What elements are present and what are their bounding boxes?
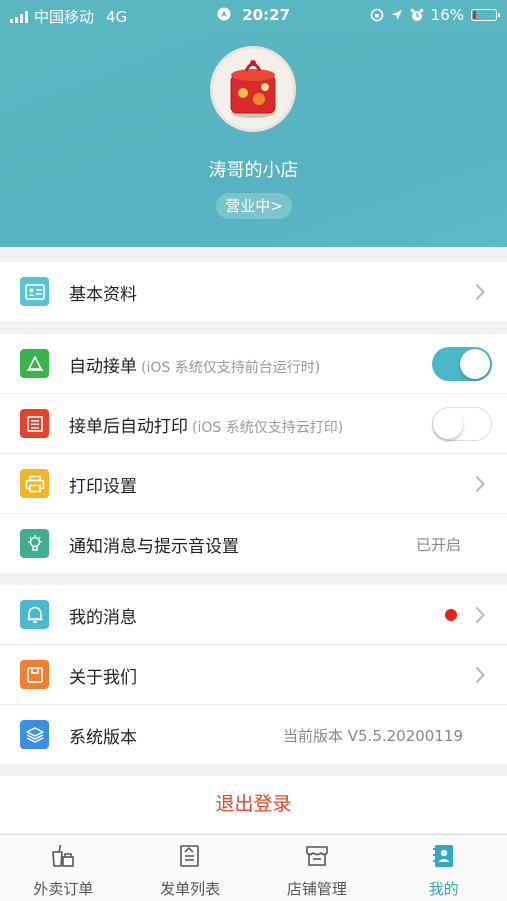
logout-button[interactable]: 退出登录 [0,776,507,833]
my-messages-label: 我的消息 [69,608,137,628]
auto-accept-note: (iOS 系统仅支持前台运行时) [141,360,321,376]
clock: 20:27 [242,6,290,24]
layers-icon [20,720,49,749]
tab-label: 外卖订单 [33,880,94,898]
location-app-icon [217,7,231,21]
settings-group-about: 我的消息 关于我们 系统版本 当前版本 V5.5.20200119 [0,585,507,764]
status-bar: 中国移动 4G 20:27 16% [0,0,507,30]
orientation-lock-icon [370,8,383,22]
basic-info-row[interactable]: 基本资料 [0,262,507,321]
profile-header: 涛哥的小店 营业中> [0,30,507,247]
toggle-knob [433,408,463,439]
tab-dispatch-list[interactable]: 发单列表 [127,835,254,901]
tab-takeout-orders[interactable]: 外卖订单 [0,835,127,901]
status-right: 16% [370,6,500,24]
auto-print-row: 接单后自动打印 (iOS 系统仅支持云打印) [0,394,507,454]
tab-label: 店铺管理 [286,880,347,898]
avatar[interactable] [210,46,296,132]
printer-icon [20,469,49,498]
tab-label: 我的 [428,880,459,898]
auto-accept-toggle[interactable] [432,347,492,381]
chevron-right-icon [475,475,485,493]
notification-status-value: 已开启 [415,536,461,554]
takeout-cup-icon [52,844,75,867]
battery-fill [473,11,476,19]
about-us-label: 关于我们 [69,668,137,688]
chevron-right-icon [475,666,485,684]
info-box-icon [20,660,49,689]
auto-print-note: (iOS 系统仅支持云打印) [192,420,344,436]
auto-accept-row: 自动接单 (iOS 系统仅支持前台运行时) [0,334,507,394]
lightbulb-icon [20,529,49,558]
profile-card-icon [432,845,453,867]
bottom-tab-bar: 外卖订单 发单列表 店铺管理 我的 [0,834,507,901]
store-icon [306,846,328,866]
my-messages-row[interactable]: 我的消息 [0,585,507,645]
system-version-row: 系统版本 当前版本 V5.5.20200119 [0,705,507,764]
location-arrow-icon [391,10,402,20]
toggle-knob [460,349,490,379]
battery-icon [471,9,500,21]
notification-settings-row[interactable]: 通知消息与提示音设置 已开启 [0,514,507,573]
notification-settings-label: 通知消息与提示音设置 [69,537,239,557]
receipt-print-icon [20,409,49,438]
tab-mine[interactable]: 我的 [380,835,507,901]
business-status-button[interactable]: 营业中> [216,193,292,219]
battery-percent: 16% [430,6,464,24]
settings-group-basic: 基本资料 [0,262,507,321]
tab-label: 发单列表 [160,880,221,898]
chevron-right-icon [475,606,485,624]
id-card-icon [20,277,49,306]
tab-store-management[interactable]: 店铺管理 [254,835,381,901]
auto-accept-label: 自动接单 (iOS 系统仅支持前台运行时) [69,357,321,377]
shop-name: 涛哥的小店 [208,160,299,181]
unread-dot [445,609,457,621]
print-settings-label: 打印设置 [69,477,137,497]
alarm-clock-icon [410,8,423,21]
chevron-right-icon [475,283,485,301]
settings-group-order: 自动接单 (iOS 系统仅支持前台运行时) 接单后自动打印 (iOS 系统仅支持云打… [0,334,507,573]
shop-avatar-image [213,49,293,129]
auto-print-toggle[interactable] [432,407,492,441]
about-us-row[interactable]: 关于我们 [0,645,507,705]
order-list-icon [180,845,199,867]
print-settings-row[interactable]: 打印设置 [0,454,507,514]
order-bell-icon [20,349,49,378]
auto-print-label: 接单后自动打印 (iOS 系统仅支持云打印) [69,417,344,437]
basic-info-label: 基本资料 [69,285,137,305]
system-version-value: 当前版本 V5.5.20200119 [282,727,463,745]
system-version-label: 系统版本 [69,728,137,748]
bell-icon [20,600,49,629]
